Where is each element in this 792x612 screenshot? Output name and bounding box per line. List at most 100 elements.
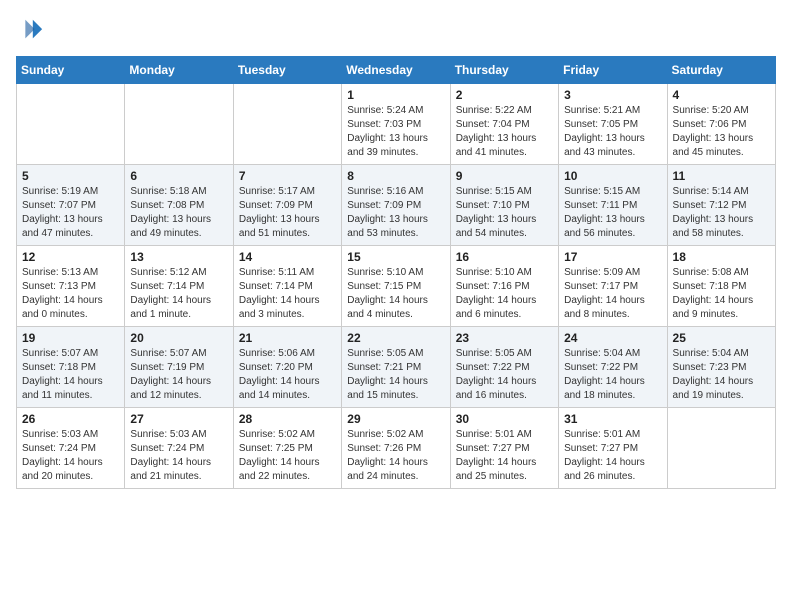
day-number: 21 <box>239 331 336 345</box>
weekday-header-row: SundayMondayTuesdayWednesdayThursdayFrid… <box>17 57 776 84</box>
day-number: 20 <box>130 331 227 345</box>
calendar-week-row: 1 Sunrise: 5:24 AM Sunset: 7:03 PM Daylig… <box>17 84 776 165</box>
day-number: 11 <box>673 169 770 183</box>
day-info: Sunrise: 5:01 AM Sunset: 7:27 PM Dayligh… <box>456 428 553 484</box>
day-info: Sunrise: 5:03 AM Sunset: 7:24 PM Dayligh… <box>22 428 119 484</box>
day-info: Sunrise: 5:24 AM Sunset: 7:03 PM Dayligh… <box>347 104 444 160</box>
day-number: 24 <box>564 331 661 345</box>
calendar-cell: 30 Sunrise: 5:01 AM Sunset: 7:27 PM Dayli… <box>450 408 558 489</box>
day-info: Sunrise: 5:05 AM Sunset: 7:22 PM Dayligh… <box>456 347 553 403</box>
day-number: 30 <box>456 412 553 426</box>
day-info: Sunrise: 5:04 AM Sunset: 7:22 PM Dayligh… <box>564 347 661 403</box>
logo <box>16 16 48 44</box>
calendar-cell: 28 Sunrise: 5:02 AM Sunset: 7:25 PM Dayli… <box>233 408 341 489</box>
day-number: 1 <box>347 88 444 102</box>
day-info: Sunrise: 5:22 AM Sunset: 7:04 PM Dayligh… <box>456 104 553 160</box>
weekday-header-monday: Monday <box>125 57 233 84</box>
weekday-header-thursday: Thursday <box>450 57 558 84</box>
day-info: Sunrise: 5:10 AM Sunset: 7:16 PM Dayligh… <box>456 266 553 322</box>
day-info: Sunrise: 5:07 AM Sunset: 7:19 PM Dayligh… <box>130 347 227 403</box>
calendar-cell: 31Sunrise: 5:01 AM Sunset: 7:27 PM Dayli… <box>559 408 667 489</box>
calendar-cell: 29Sunrise: 5:02 AM Sunset: 7:26 PM Dayli… <box>342 408 450 489</box>
day-number: 6 <box>130 169 227 183</box>
day-number: 14 <box>239 250 336 264</box>
day-number: 13 <box>130 250 227 264</box>
day-number: 15 <box>347 250 444 264</box>
day-number: 4 <box>673 88 770 102</box>
day-number: 5 <box>22 169 119 183</box>
day-info: Sunrise: 5:11 AM Sunset: 7:14 PM Dayligh… <box>239 266 336 322</box>
day-info: Sunrise: 5:05 AM Sunset: 7:21 PM Dayligh… <box>347 347 444 403</box>
weekday-header-sunday: Sunday <box>17 57 125 84</box>
day-info: Sunrise: 5:14 AM Sunset: 7:12 PM Dayligh… <box>673 185 770 241</box>
calendar-cell: 10Sunrise: 5:15 AM Sunset: 7:11 PM Dayli… <box>559 165 667 246</box>
day-info: Sunrise: 5:10 AM Sunset: 7:15 PM Dayligh… <box>347 266 444 322</box>
day-number: 8 <box>347 169 444 183</box>
day-info: Sunrise: 5:17 AM Sunset: 7:09 PM Dayligh… <box>239 185 336 241</box>
calendar-cell: 27Sunrise: 5:03 AM Sunset: 7:24 PM Dayli… <box>125 408 233 489</box>
calendar-cell <box>17 84 125 165</box>
calendar-week-row: 5 Sunrise: 5:19 AM Sunset: 7:07 PM Daylig… <box>17 165 776 246</box>
calendar-cell: 26 Sunrise: 5:03 AM Sunset: 7:24 PM Dayli… <box>17 408 125 489</box>
calendar-cell: 22 Sunrise: 5:05 AM Sunset: 7:21 PM Dayli… <box>342 327 450 408</box>
day-number: 22 <box>347 331 444 345</box>
calendar-cell: 25 Sunrise: 5:04 AM Sunset: 7:23 PM Dayli… <box>667 327 775 408</box>
logo-icon <box>16 16 44 44</box>
day-info: Sunrise: 5:15 AM Sunset: 7:10 PM Dayligh… <box>456 185 553 241</box>
calendar-cell: 16 Sunrise: 5:10 AM Sunset: 7:16 PM Dayli… <box>450 246 558 327</box>
day-number: 18 <box>673 250 770 264</box>
calendar-cell: 18Sunrise: 5:08 AM Sunset: 7:18 PM Dayli… <box>667 246 775 327</box>
calendar-cell: 11 Sunrise: 5:14 AM Sunset: 7:12 PM Dayli… <box>667 165 775 246</box>
day-info: Sunrise: 5:15 AM Sunset: 7:11 PM Dayligh… <box>564 185 661 241</box>
day-info: Sunrise: 5:03 AM Sunset: 7:24 PM Dayligh… <box>130 428 227 484</box>
calendar-week-row: 12 Sunrise: 5:13 AM Sunset: 7:13 PM Dayli… <box>17 246 776 327</box>
calendar-cell: 8 Sunrise: 5:16 AM Sunset: 7:09 PM Daylig… <box>342 165 450 246</box>
weekday-header-friday: Friday <box>559 57 667 84</box>
calendar-cell <box>233 84 341 165</box>
day-number: 25 <box>673 331 770 345</box>
calendar-cell: 17Sunrise: 5:09 AM Sunset: 7:17 PM Dayli… <box>559 246 667 327</box>
day-number: 29 <box>347 412 444 426</box>
calendar-cell: 7Sunrise: 5:17 AM Sunset: 7:09 PM Daylig… <box>233 165 341 246</box>
day-number: 12 <box>22 250 119 264</box>
day-info: Sunrise: 5:13 AM Sunset: 7:13 PM Dayligh… <box>22 266 119 322</box>
calendar-cell <box>125 84 233 165</box>
calendar-cell: 3 Sunrise: 5:21 AM Sunset: 7:05 PM Daylig… <box>559 84 667 165</box>
calendar-cell: 19Sunrise: 5:07 AM Sunset: 7:18 PM Dayli… <box>17 327 125 408</box>
day-number: 9 <box>456 169 553 183</box>
calendar-week-row: 26 Sunrise: 5:03 AM Sunset: 7:24 PM Dayli… <box>17 408 776 489</box>
day-info: Sunrise: 5:16 AM Sunset: 7:09 PM Dayligh… <box>347 185 444 241</box>
calendar-cell: 20 Sunrise: 5:07 AM Sunset: 7:19 PM Dayli… <box>125 327 233 408</box>
day-number: 3 <box>564 88 661 102</box>
calendar-cell: 2 Sunrise: 5:22 AM Sunset: 7:04 PM Daylig… <box>450 84 558 165</box>
calendar-cell: 4 Sunrise: 5:20 AM Sunset: 7:06 PM Daylig… <box>667 84 775 165</box>
day-info: Sunrise: 5:06 AM Sunset: 7:20 PM Dayligh… <box>239 347 336 403</box>
day-number: 2 <box>456 88 553 102</box>
calendar-cell: 24 Sunrise: 5:04 AM Sunset: 7:22 PM Dayli… <box>559 327 667 408</box>
calendar-cell: 15 Sunrise: 5:10 AM Sunset: 7:15 PM Dayli… <box>342 246 450 327</box>
day-info: Sunrise: 5:12 AM Sunset: 7:14 PM Dayligh… <box>130 266 227 322</box>
calendar-cell: 21 Sunrise: 5:06 AM Sunset: 7:20 PM Dayli… <box>233 327 341 408</box>
calendar-cell: 23 Sunrise: 5:05 AM Sunset: 7:22 PM Dayli… <box>450 327 558 408</box>
day-info: Sunrise: 5:04 AM Sunset: 7:23 PM Dayligh… <box>673 347 770 403</box>
day-number: 23 <box>456 331 553 345</box>
day-info: Sunrise: 5:21 AM Sunset: 7:05 PM Dayligh… <box>564 104 661 160</box>
day-info: Sunrise: 5:02 AM Sunset: 7:25 PM Dayligh… <box>239 428 336 484</box>
day-info: Sunrise: 5:18 AM Sunset: 7:08 PM Dayligh… <box>130 185 227 241</box>
day-number: 28 <box>239 412 336 426</box>
calendar-table: SundayMondayTuesdayWednesdayThursdayFrid… <box>16 56 776 489</box>
calendar-cell: 9 Sunrise: 5:15 AM Sunset: 7:10 PM Daylig… <box>450 165 558 246</box>
day-info: Sunrise: 5:20 AM Sunset: 7:06 PM Dayligh… <box>673 104 770 160</box>
day-info: Sunrise: 5:19 AM Sunset: 7:07 PM Dayligh… <box>22 185 119 241</box>
calendar-cell: 1 Sunrise: 5:24 AM Sunset: 7:03 PM Daylig… <box>342 84 450 165</box>
day-number: 26 <box>22 412 119 426</box>
calendar-cell: 6 Sunrise: 5:18 AM Sunset: 7:08 PM Daylig… <box>125 165 233 246</box>
weekday-header-tuesday: Tuesday <box>233 57 341 84</box>
page-header <box>16 16 776 44</box>
calendar-cell: 5 Sunrise: 5:19 AM Sunset: 7:07 PM Daylig… <box>17 165 125 246</box>
day-number: 16 <box>456 250 553 264</box>
day-info: Sunrise: 5:09 AM Sunset: 7:17 PM Dayligh… <box>564 266 661 322</box>
day-number: 19 <box>22 331 119 345</box>
calendar-week-row: 19Sunrise: 5:07 AM Sunset: 7:18 PM Dayli… <box>17 327 776 408</box>
weekday-header-wednesday: Wednesday <box>342 57 450 84</box>
